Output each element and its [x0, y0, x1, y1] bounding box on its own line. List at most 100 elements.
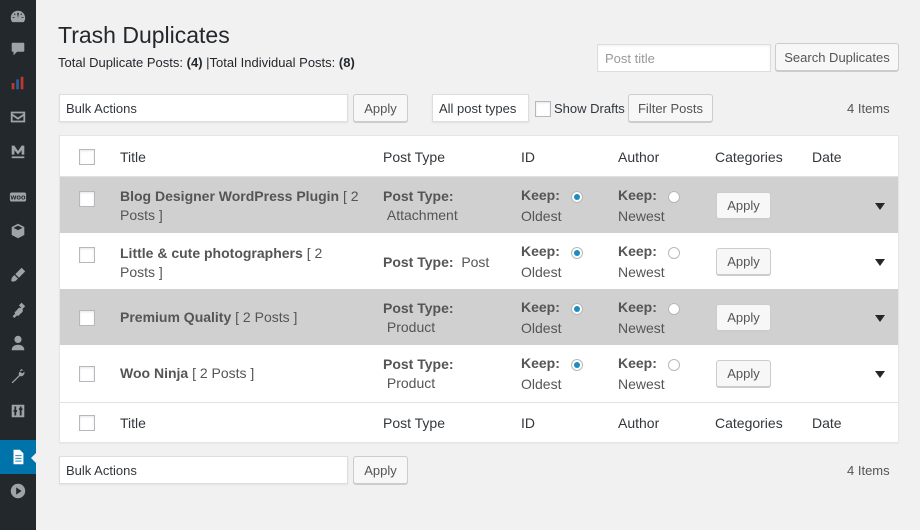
- column-title[interactable]: Title: [120, 149, 146, 165]
- row-title: Blog Designer WordPress Plugin [ 2 Posts …: [120, 187, 375, 225]
- post-type-value: Product: [386, 375, 436, 391]
- expand-caret-icon[interactable]: [875, 315, 885, 322]
- post-type-label: Post Type:: [383, 254, 454, 270]
- post-title-link[interactable]: Premium Quality: [120, 309, 231, 325]
- keep-oldest: Keep: Oldest: [521, 353, 561, 395]
- totals-summary: Total Duplicate Posts: (4) |Total Indivi…: [58, 55, 355, 70]
- play-icon[interactable]: [0, 474, 36, 508]
- brush-icon[interactable]: [0, 258, 36, 292]
- keep-oldest-radio[interactable]: [571, 303, 583, 315]
- filter-posts-button[interactable]: Filter Posts: [628, 94, 713, 122]
- column-author: Author: [618, 149, 660, 165]
- column-title[interactable]: Title: [120, 415, 146, 431]
- keep-label: Keep:: [521, 187, 560, 203]
- keep-label: Keep:: [618, 243, 657, 259]
- bulk-actions-select-bottom[interactable]: Bulk Actions: [59, 456, 348, 484]
- row-title: Woo Ninja [ 2 Posts ]: [120, 364, 375, 383]
- search-duplicates-button[interactable]: Search Duplicates: [775, 43, 899, 71]
- keep-oldest-radio[interactable]: [571, 191, 583, 203]
- row-checkbox[interactable]: [79, 191, 95, 207]
- keep-oldest: Keep: Oldest: [521, 297, 561, 339]
- keep-newest: Keep: Newest: [618, 297, 665, 339]
- page-icon[interactable]: [0, 440, 37, 474]
- show-drafts-checkbox[interactable]: [535, 101, 551, 117]
- keep-newest-radio[interactable]: [668, 191, 680, 203]
- table-footer: Title Post Type ID Author Categories Dat…: [60, 402, 898, 443]
- items-count-top: 4 Items: [847, 101, 890, 116]
- wrench-icon[interactable]: [0, 360, 36, 394]
- duplicate-posts-count: (4): [186, 55, 203, 70]
- post-title-link[interactable]: Woo Ninja: [120, 365, 188, 381]
- keep-label: Keep:: [618, 355, 657, 371]
- row-checkbox[interactable]: [79, 247, 95, 263]
- user-icon[interactable]: [0, 326, 36, 360]
- expand-caret-icon[interactable]: [875, 203, 885, 210]
- column-post-type: Post Type: [383, 415, 446, 431]
- row-apply-button[interactable]: Apply: [716, 192, 771, 219]
- post-type-label: Post Type:: [383, 300, 454, 316]
- row-apply-button[interactable]: Apply: [716, 304, 771, 331]
- newest-label: Newest: [618, 264, 665, 280]
- post-title-link[interactable]: Blog Designer WordPress Plugin: [120, 188, 339, 204]
- expand-caret-icon[interactable]: [875, 259, 885, 266]
- column-date[interactable]: Date: [812, 415, 842, 431]
- dashboard-icon[interactable]: [0, 0, 36, 34]
- post-type-value: Attachment: [386, 207, 458, 223]
- duplicate-posts-label: Total Duplicate Posts:: [58, 55, 184, 70]
- oldest-label: Oldest: [521, 264, 562, 280]
- keep-oldest-radio[interactable]: [571, 359, 583, 371]
- post-title-link[interactable]: Little & cute photographers: [120, 245, 303, 261]
- keep-label: Keep:: [521, 355, 560, 371]
- duplicates-table: Title Post Type ID Author Categories Dat…: [59, 135, 899, 443]
- woo-icon[interactable]: WOO: [0, 180, 36, 214]
- row-checkbox[interactable]: [79, 366, 95, 382]
- expand-caret-icon[interactable]: [875, 371, 885, 378]
- post-type-label: Post Type:: [383, 356, 454, 372]
- post-count: [ 2: [306, 245, 323, 261]
- row-post-type: Post Type: Product: [383, 355, 503, 393]
- keep-newest-radio[interactable]: [668, 247, 680, 259]
- post-count: [ 2 Posts ]: [192, 365, 255, 381]
- row-apply-button[interactable]: Apply: [716, 248, 771, 275]
- row-title: Little & cute photographers [ 2 Posts ]: [120, 244, 375, 282]
- row-apply-button[interactable]: Apply: [716, 360, 771, 387]
- post-count: [ 2 Posts ]: [235, 309, 298, 325]
- oldest-label: Oldest: [521, 320, 562, 336]
- bulk-actions-select-top[interactable]: Bulk Actions: [59, 94, 348, 122]
- comments-icon[interactable]: [0, 32, 36, 66]
- keep-newest-radio[interactable]: [668, 359, 680, 371]
- chart-icon[interactable]: [0, 66, 36, 100]
- post-type-value: Product: [386, 319, 436, 335]
- m-logo-icon[interactable]: [0, 134, 36, 168]
- column-id: ID: [521, 415, 535, 431]
- bulk-apply-button-bottom[interactable]: Apply: [353, 456, 408, 484]
- keep-oldest: Keep: Oldest: [521, 185, 561, 227]
- individual-posts-label: Total Individual Posts:: [209, 55, 336, 70]
- column-id: ID: [521, 149, 535, 165]
- table-row: Little & cute photographers [ 2 Posts ] P…: [60, 233, 898, 289]
- keep-oldest: Keep: Oldest: [521, 241, 561, 283]
- column-post-type: Post Type: [383, 149, 446, 165]
- page-title: Trash Duplicates: [58, 22, 230, 48]
- settings-icon[interactable]: [0, 394, 36, 428]
- box-icon[interactable]: [0, 214, 36, 248]
- select-all-checkbox-bottom[interactable]: [79, 415, 95, 431]
- post-count-cont: Posts ]: [120, 264, 163, 280]
- post-title-search-input[interactable]: [597, 44, 771, 72]
- column-date[interactable]: Date: [812, 149, 842, 165]
- individual-posts-count: (8): [338, 55, 355, 70]
- plugin-icon[interactable]: [0, 292, 36, 326]
- oldest-label: Oldest: [521, 208, 562, 224]
- select-all-checkbox-top[interactable]: [79, 149, 95, 165]
- keep-label: Keep:: [521, 299, 560, 315]
- bulk-apply-button-top[interactable]: Apply: [353, 94, 408, 122]
- post-type-label: Post Type:: [383, 188, 454, 204]
- keep-oldest-radio[interactable]: [571, 247, 583, 259]
- keep-label: Keep:: [618, 299, 657, 315]
- newest-label: Newest: [618, 320, 665, 336]
- keep-newest-radio[interactable]: [668, 303, 680, 315]
- row-checkbox[interactable]: [79, 310, 95, 326]
- post-types-select[interactable]: All post types: [432, 94, 529, 122]
- admin-sidebar: WOO: [0, 0, 37, 530]
- mail-icon[interactable]: [0, 100, 36, 134]
